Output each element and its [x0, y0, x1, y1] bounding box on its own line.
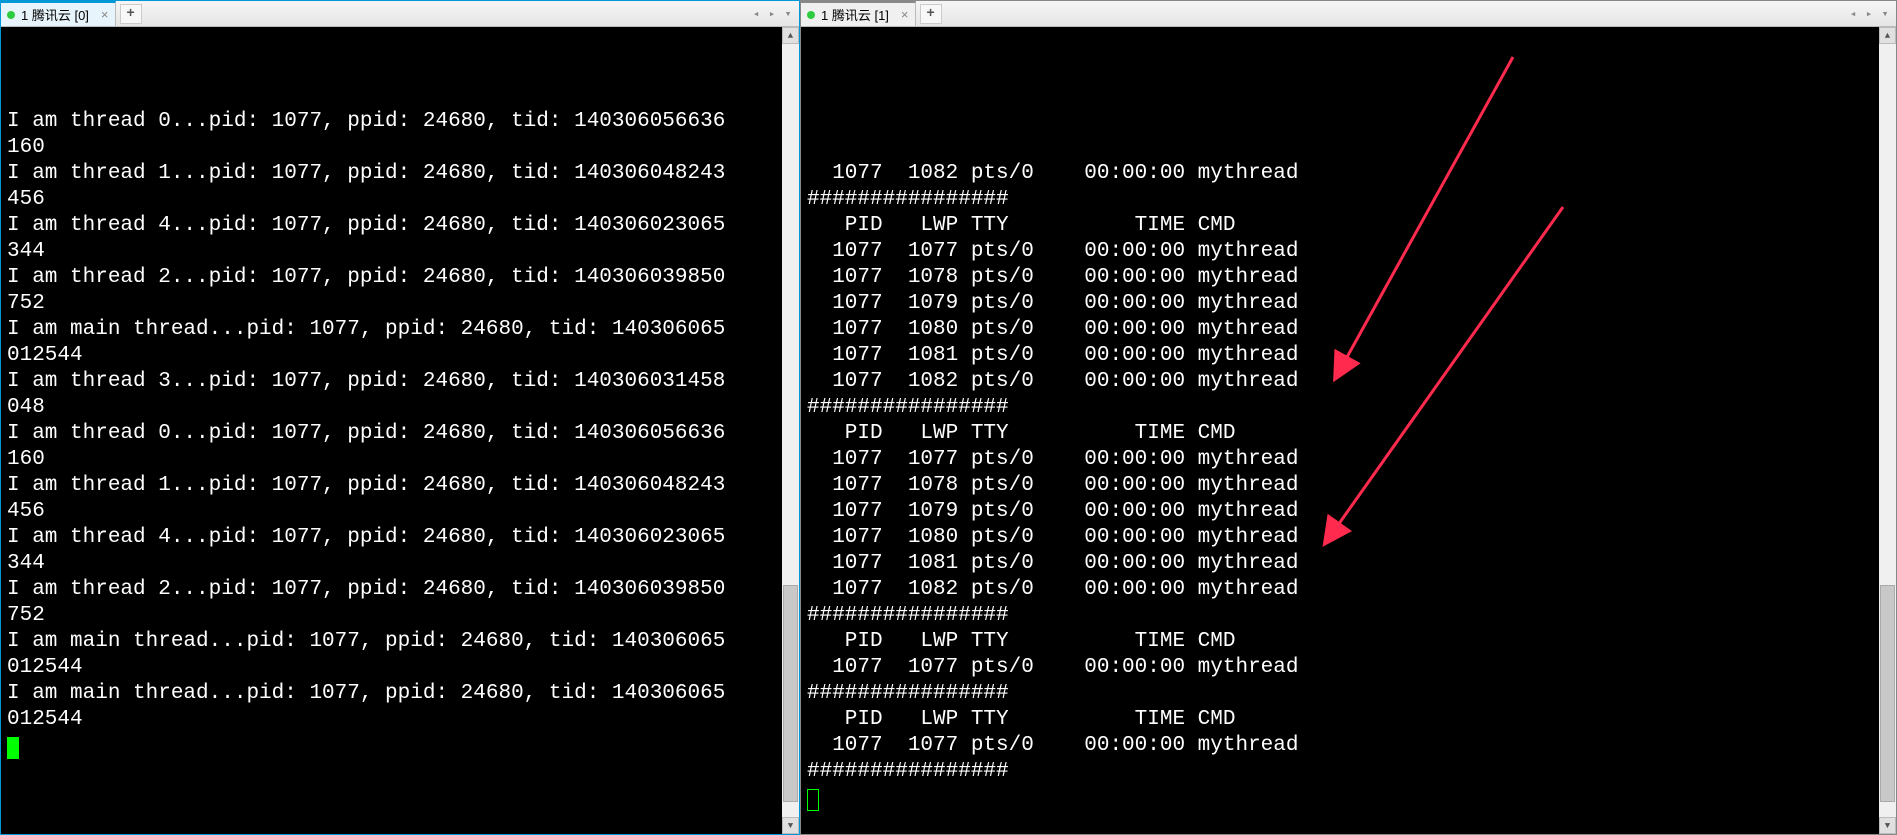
tab-label: 1 腾讯云 [1] [821, 5, 889, 24]
tab-label: 1 腾讯云 [0] [21, 5, 89, 24]
terminal-line: I am thread 1...pid: 1077, ppid: 24680, … [7, 161, 793, 187]
terminal-line: PID LWP TTY TIME CMD [807, 707, 1890, 733]
scroll-up-icon[interactable]: ▲ [782, 27, 799, 44]
terminal-line: 1077 1081 pts/0 00:00:00 mythread [807, 343, 1890, 369]
terminal-window-right: 1 腾讯云 [1] × + ◂ ▸ ▾ ▲ ▼ 1077 [800, 0, 1897, 835]
new-tab-button[interactable]: + [920, 4, 942, 24]
tab-tencent-cloud-0[interactable]: 1 腾讯云 [0] × [1, 1, 116, 26]
terminal-line: 1077 1078 pts/0 00:00:00 mythread [807, 265, 1890, 291]
status-dot-icon [807, 11, 815, 19]
tab-bar-right: 1 腾讯云 [1] × + ◂ ▸ ▾ [801, 1, 1896, 27]
terminal-line: I am thread 2...pid: 1077, ppid: 24680, … [7, 265, 793, 291]
status-dot-icon [7, 11, 15, 19]
terminal-line: 1077 1079 pts/0 00:00:00 mythread [807, 291, 1890, 317]
terminal-line: 1077 1080 pts/0 00:00:00 mythread [807, 525, 1890, 551]
cursor-icon [807, 789, 819, 811]
tab-prev-icon[interactable]: ◂ [749, 7, 763, 21]
terminal-line: 1077 1077 pts/0 00:00:00 mythread [807, 239, 1890, 265]
terminal-line: 012544 [7, 707, 793, 733]
terminal-line: 160 [7, 135, 793, 161]
terminal-line: PID LWP TTY TIME CMD [807, 421, 1890, 447]
terminal-output-left[interactable]: ▲ ▼ I am thread 0...pid: 1077, ppid: 246… [1, 27, 799, 834]
terminal-line: PID LWP TTY TIME CMD [807, 629, 1890, 655]
tab-prev-icon[interactable]: ◂ [1846, 7, 1860, 21]
terminal-line: ################ [807, 759, 1890, 785]
terminal-line: I am thread 0...pid: 1077, ppid: 24680, … [7, 421, 793, 447]
tab-tencent-cloud-1[interactable]: 1 腾讯云 [1] × [801, 1, 916, 26]
scrollbar-track[interactable] [1879, 44, 1896, 817]
tab-menu-icon[interactable]: ▾ [781, 7, 795, 21]
terminal-line: 1077 1077 pts/0 00:00:00 mythread [807, 447, 1890, 473]
scrollbar-right[interactable]: ▲ ▼ [1879, 27, 1896, 834]
tab-nav-controls: ◂ ▸ ▾ [1846, 1, 1892, 26]
terminal-line: 752 [7, 291, 793, 317]
terminal-line: 752 [7, 603, 793, 629]
terminal-output-right[interactable]: ▲ ▼ 1077 1082 pts/0 00:00:00 mythread###… [801, 27, 1896, 834]
tab-next-icon[interactable]: ▸ [1862, 7, 1876, 21]
scrollbar-thumb[interactable] [783, 585, 798, 801]
terminal-line: I am thread 3...pid: 1077, ppid: 24680, … [7, 369, 793, 395]
terminal-line: 456 [7, 499, 793, 525]
terminal-line: 048 [7, 395, 793, 421]
scrollbar-left[interactable]: ▲ ▼ [782, 27, 799, 834]
terminal-line: 012544 [7, 343, 793, 369]
scroll-down-icon[interactable]: ▼ [782, 817, 799, 834]
terminal-line: 1077 1082 pts/0 00:00:00 mythread [807, 161, 1890, 187]
terminal-line: I am thread 1...pid: 1077, ppid: 24680, … [7, 473, 793, 499]
terminal-line: I am main thread...pid: 1077, ppid: 2468… [7, 629, 793, 655]
terminal-line: 1077 1082 pts/0 00:00:00 mythread [807, 577, 1890, 603]
terminal-line: 012544 [7, 655, 793, 681]
tab-next-icon[interactable]: ▸ [765, 7, 779, 21]
terminal-line: ################ [807, 395, 1890, 421]
close-icon[interactable]: × [101, 8, 109, 21]
scrollbar-thumb[interactable] [1880, 585, 1895, 801]
terminal-line: I am main thread...pid: 1077, ppid: 2468… [7, 317, 793, 343]
tab-nav-controls: ◂ ▸ ▾ [749, 1, 795, 26]
close-icon[interactable]: × [901, 8, 909, 21]
terminal-line: 344 [7, 551, 793, 577]
terminal-line: 160 [7, 447, 793, 473]
terminal-line: 1077 1077 pts/0 00:00:00 mythread [807, 733, 1890, 759]
terminal-line: 1077 1080 pts/0 00:00:00 mythread [807, 317, 1890, 343]
scrollbar-track[interactable] [782, 44, 799, 817]
terminal-line: 344 [7, 239, 793, 265]
scroll-down-icon[interactable]: ▼ [1879, 817, 1896, 834]
terminal-line: 1077 1079 pts/0 00:00:00 mythread [807, 499, 1890, 525]
terminal-line: ################ [807, 187, 1890, 213]
terminal-line: PID LWP TTY TIME CMD [807, 213, 1890, 239]
terminal-line: 1077 1077 pts/0 00:00:00 mythread [807, 655, 1890, 681]
terminal-line: 1077 1081 pts/0 00:00:00 mythread [807, 551, 1890, 577]
terminal-line: ################ [807, 603, 1890, 629]
terminal-line: 1077 1082 pts/0 00:00:00 mythread [807, 369, 1890, 395]
terminal-line: I am main thread...pid: 1077, ppid: 2468… [7, 681, 793, 707]
tab-menu-icon[interactable]: ▾ [1878, 7, 1892, 21]
terminal-line: I am thread 4...pid: 1077, ppid: 24680, … [7, 525, 793, 551]
terminal-line: I am thread 4...pid: 1077, ppid: 24680, … [7, 213, 793, 239]
terminal-window-left: 1 腾讯云 [0] × + ◂ ▸ ▾ ▲ ▼ I am thread 0...… [0, 0, 800, 835]
terminal-line: 456 [7, 187, 793, 213]
terminal-line: I am thread 0...pid: 1077, ppid: 24680, … [7, 109, 793, 135]
tab-bar-left: 1 腾讯云 [0] × + ◂ ▸ ▾ [1, 1, 799, 27]
terminal-line: 1077 1078 pts/0 00:00:00 mythread [807, 473, 1890, 499]
cursor-icon [7, 737, 19, 759]
scroll-up-icon[interactable]: ▲ [1879, 27, 1896, 44]
terminal-line: I am thread 2...pid: 1077, ppid: 24680, … [7, 577, 793, 603]
terminal-line: ################ [807, 681, 1890, 707]
new-tab-button[interactable]: + [120, 4, 142, 24]
